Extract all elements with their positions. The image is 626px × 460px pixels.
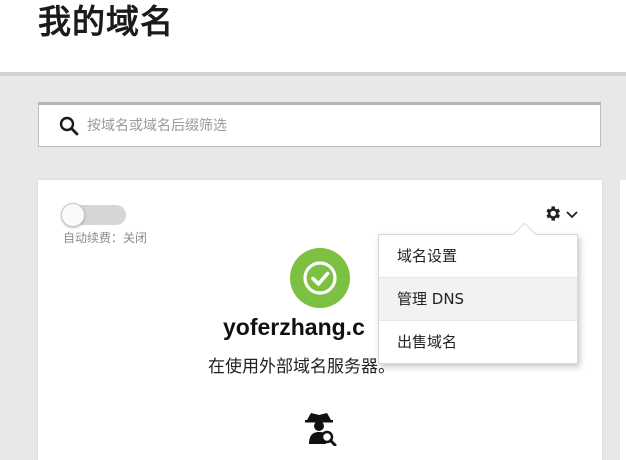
menu-item-sell-domain[interactable]: 出售域名 [379,321,577,363]
status-check-badge [290,248,350,308]
domain-name: yoferzhang.c [223,314,365,340]
page-header: 我的域名 [0,0,626,76]
menu-item-manage-dns[interactable]: 管理 DNS [379,278,577,321]
auto-renew-label: 自动续费：关闭 [63,231,148,245]
settings-dropdown-menu: 域名设置 管理 DNS 出售域名 [378,222,578,364]
menu-item-domain-settings[interactable]: 域名设置 [379,235,577,278]
auto-renew-toggle[interactable] [61,203,126,227]
next-card-edge [620,180,626,460]
search-icon [59,116,79,136]
gear-icon [546,206,561,221]
page-title: 我的域名 [38,2,174,41]
search-input[interactable] [85,105,589,147]
nameserver-status: 在使用外部域名服务器。 [208,357,395,377]
chevron-down-icon [566,211,578,219]
search-box[interactable] [38,102,601,147]
toggle-knob[interactable] [61,203,85,227]
spy-search-icon [305,413,337,446]
check-circle-icon [303,261,337,295]
settings-menu-button[interactable] [543,204,583,226]
